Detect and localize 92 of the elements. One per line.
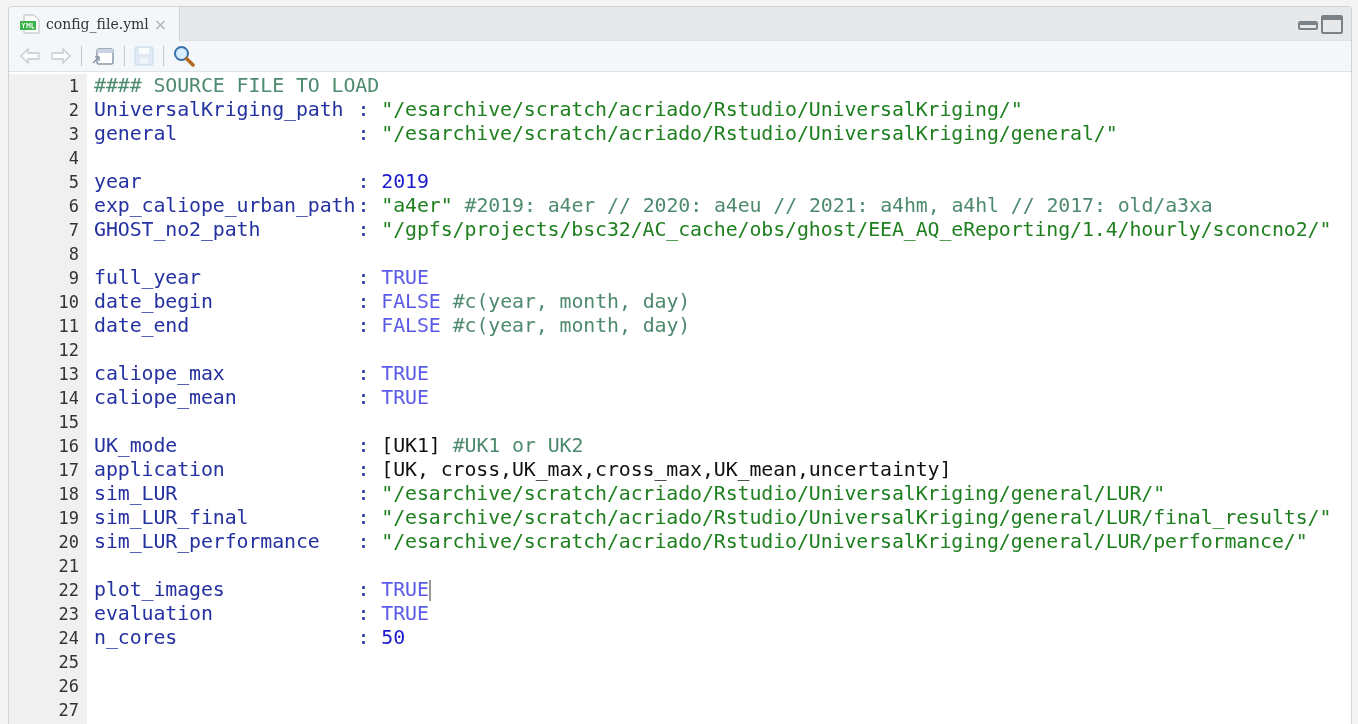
key-separator: :	[357, 122, 370, 146]
boolean-value: FALSE	[381, 314, 441, 338]
line-number: 10	[57, 291, 79, 314]
line-number: 2	[67, 99, 79, 122]
line-number: 13	[57, 363, 79, 386]
line-number: 9	[67, 267, 79, 290]
popout-window-icon[interactable]	[91, 46, 115, 66]
line-number: 14	[57, 387, 79, 410]
key-separator: :	[357, 290, 370, 314]
line-number: 24	[57, 627, 79, 650]
yaml-key: GHOST_no2_path	[94, 218, 358, 242]
yaml-key: caliope_mean	[94, 386, 358, 410]
key-separator: :	[357, 98, 370, 122]
code-comment: #c(year, month, day)	[452, 290, 691, 314]
maximize-icon[interactable]	[1321, 15, 1343, 34]
boolean-value: TRUE	[381, 602, 429, 626]
key-separator: :	[357, 170, 370, 194]
key-separator: :	[357, 434, 370, 458]
number-value: 2019	[381, 170, 429, 194]
search-icon[interactable]	[173, 45, 195, 67]
key-separator: :	[357, 194, 370, 218]
yaml-key: general	[94, 122, 358, 146]
line-number: 8	[67, 243, 79, 266]
line-number: 21	[57, 555, 79, 578]
yaml-key: sim_LUR_performance	[94, 530, 358, 554]
yaml-key: n_cores	[94, 626, 358, 650]
line-number: 17	[57, 459, 79, 482]
line-number: 23	[57, 603, 79, 626]
yaml-key: evaluation	[94, 602, 358, 626]
key-separator: :	[357, 458, 370, 482]
line-number: 26	[57, 675, 79, 698]
minimize-icon[interactable]	[1298, 19, 1318, 30]
boolean-value: FALSE	[381, 290, 441, 314]
yaml-key: date_end	[94, 314, 358, 338]
line-number: 4	[67, 147, 79, 170]
code-comment: #UK1 or UK2	[452, 434, 584, 458]
string-value: "/gpfs/projects/bsc32/AC_cache/obs/ghost/EEA_AQ_eReporting/1.4/hourly/sconcno2/"	[381, 218, 1332, 242]
file-tab[interactable]: config_file.yml ×	[9, 7, 181, 41]
list-value: [UK, cross,UK_max,cross_max,UK_mean,uncertainty]	[381, 458, 952, 482]
key-separator: :	[357, 362, 370, 386]
line-number: 27	[57, 699, 79, 722]
key-separator: :	[357, 578, 370, 602]
line-number: 25	[57, 651, 79, 674]
line-number: 3	[67, 123, 79, 146]
key-separator: :	[357, 482, 370, 506]
string-value: "/esarchive/scratch/acriado/Rstudio/UniversalKriging/general/"	[381, 122, 1118, 146]
code-comment: #### SOURCE FILE TO LOAD	[94, 74, 379, 98]
line-number: 11	[57, 315, 79, 338]
string-value: "/esarchive/scratch/acriado/Rstudio/UniversalKriging/general/LUR/final_results/"	[381, 506, 1332, 530]
yaml-key: year	[94, 170, 358, 194]
boolean-value: TRUE	[381, 362, 429, 386]
key-separator: :	[357, 626, 370, 650]
line-number: 18	[57, 483, 79, 506]
line-number: 12	[57, 339, 79, 362]
key-separator: :	[357, 314, 370, 338]
boolean-value: TRUE	[381, 578, 429, 602]
key-separator: :	[357, 386, 370, 410]
yaml-key: sim_LUR_final	[94, 506, 358, 530]
line-number: 22	[57, 579, 79, 602]
list-value: [UK1]	[381, 434, 441, 458]
string-value: "a4er"	[381, 194, 453, 218]
yaml-key: application	[94, 458, 358, 482]
boolean-value: TRUE	[381, 386, 429, 410]
boolean-value: TRUE	[381, 266, 429, 290]
yaml-key: exp_caliope_urban_path	[94, 194, 358, 218]
line-number: 19	[57, 507, 79, 530]
line-number: 16	[57, 435, 79, 458]
yaml-key: date_begin	[94, 290, 358, 314]
code-comment: #2019: a4er // 2020: a4eu // 2021: a4hm, a4hl // 2017: old/a3xa	[464, 194, 1213, 218]
line-number: 5	[67, 171, 79, 194]
line-number: 1	[67, 75, 79, 98]
key-separator: :	[357, 266, 370, 290]
yaml-key: full_year	[94, 266, 358, 290]
line-number: 15	[57, 411, 79, 434]
yaml-key: sim_LUR	[94, 482, 358, 506]
yaml-key: plot_images	[94, 578, 358, 602]
string-value: "/esarchive/scratch/acriado/Rstudio/UniversalKriging/general/LUR/"	[381, 482, 1166, 506]
yaml-key: UniversalKriging_path	[94, 98, 358, 122]
line-number: 7	[67, 219, 79, 242]
key-separator: :	[357, 218, 370, 242]
key-separator: :	[357, 602, 370, 626]
code-comment: #c(year, month, day)	[452, 314, 691, 338]
line-number: 6	[67, 195, 79, 218]
string-value: "/esarchive/scratch/acriado/Rstudio/UniversalKriging/"	[381, 98, 1023, 122]
yaml-key: UK_mode	[94, 434, 358, 458]
yaml-key: caliope_max	[94, 362, 358, 386]
line-number: 20	[57, 531, 79, 554]
key-separator: :	[357, 506, 370, 530]
key-separator: :	[357, 530, 370, 554]
yml-file-icon	[19, 14, 41, 34]
number-value: 50	[381, 626, 406, 650]
string-value: "/esarchive/scratch/acriado/Rstudio/UniversalKriging/general/LUR/performance/"	[381, 530, 1308, 554]
